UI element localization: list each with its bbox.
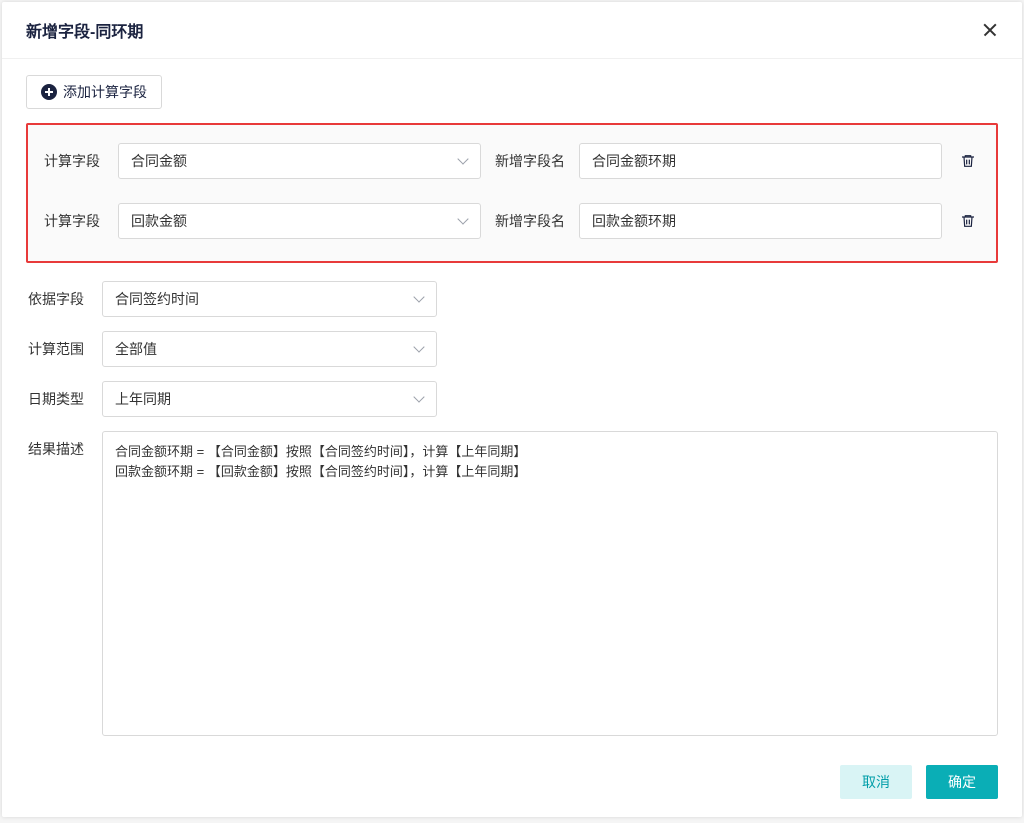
basis-field-row: 依据字段 合同签约时间 (28, 281, 998, 317)
calc-field-label: 计算字段 (44, 211, 104, 231)
new-field-input[interactable] (579, 143, 942, 179)
new-field-input[interactable] (579, 203, 942, 239)
calc-field-select[interactable]: 合同金额 (118, 143, 481, 179)
chevron-down-icon (414, 394, 424, 404)
calc-range-label: 计算范围 (28, 339, 88, 359)
calc-field-row: 计算字段 回款金额 新增字段名 (44, 203, 980, 239)
add-calc-field-label: 添加计算字段 (63, 82, 147, 102)
ok-button[interactable]: 确定 (926, 765, 998, 799)
new-field-label: 新增字段名 (495, 151, 565, 171)
new-field-label: 新增字段名 (495, 211, 565, 231)
calc-field-label: 计算字段 (44, 151, 104, 171)
result-desc-box[interactable]: 合同金额环期 = 【合同金额】按照【合同签约时间】，计算【上年同期】 回款金额环… (102, 431, 998, 736)
delete-icon[interactable] (960, 213, 976, 229)
calc-range-row: 计算范围 全部值 (28, 331, 998, 367)
dialog-header: 新增字段-同环期 (2, 2, 1022, 59)
date-type-label: 日期类型 (28, 389, 88, 409)
chevron-down-icon (458, 156, 468, 166)
dialog-footer: 取消 确定 (2, 751, 1022, 817)
calc-field-select[interactable]: 回款金额 (118, 203, 481, 239)
chevron-down-icon (414, 344, 424, 354)
basis-field-select[interactable]: 合同签约时间 (102, 281, 437, 317)
calc-field-value: 合同金额 (131, 151, 187, 171)
dialog-title: 新增字段-同环期 (26, 18, 143, 42)
chevron-down-icon (458, 216, 468, 226)
result-desc-label: 结果描述 (28, 431, 88, 736)
calc-fields-box: 计算字段 合同金额 新增字段名 计算字段 回款金额 新增字段名 (26, 123, 998, 263)
result-desc-row: 结果描述 合同金额环期 = 【合同金额】按照【合同签约时间】，计算【上年同期】 … (28, 431, 998, 736)
dialog: 新增字段-同环期 添加计算字段 计算字段 合同金额 新增字段名 计算字 (2, 2, 1022, 817)
chevron-down-icon (414, 294, 424, 304)
basis-field-label: 依据字段 (28, 289, 88, 309)
basis-field-value: 合同签约时间 (115, 289, 199, 309)
calc-range-select[interactable]: 全部值 (102, 331, 437, 367)
date-type-row: 日期类型 上年同期 (28, 381, 998, 417)
calc-field-row: 计算字段 合同金额 新增字段名 (44, 143, 980, 179)
add-calc-field-button[interactable]: 添加计算字段 (26, 75, 162, 109)
date-type-value: 上年同期 (115, 389, 171, 409)
delete-icon[interactable] (960, 153, 976, 169)
lower-section: 依据字段 合同签约时间 计算范围 全部值 日期类型 上年同期 (26, 281, 998, 736)
close-icon[interactable] (982, 22, 998, 38)
calc-range-value: 全部值 (115, 339, 157, 359)
dialog-body: 添加计算字段 计算字段 合同金额 新增字段名 计算字段 回款金额 (2, 59, 1022, 751)
cancel-button[interactable]: 取消 (840, 765, 912, 799)
date-type-select[interactable]: 上年同期 (102, 381, 437, 417)
calc-field-value: 回款金额 (131, 211, 187, 231)
plus-circle-icon (41, 84, 57, 100)
